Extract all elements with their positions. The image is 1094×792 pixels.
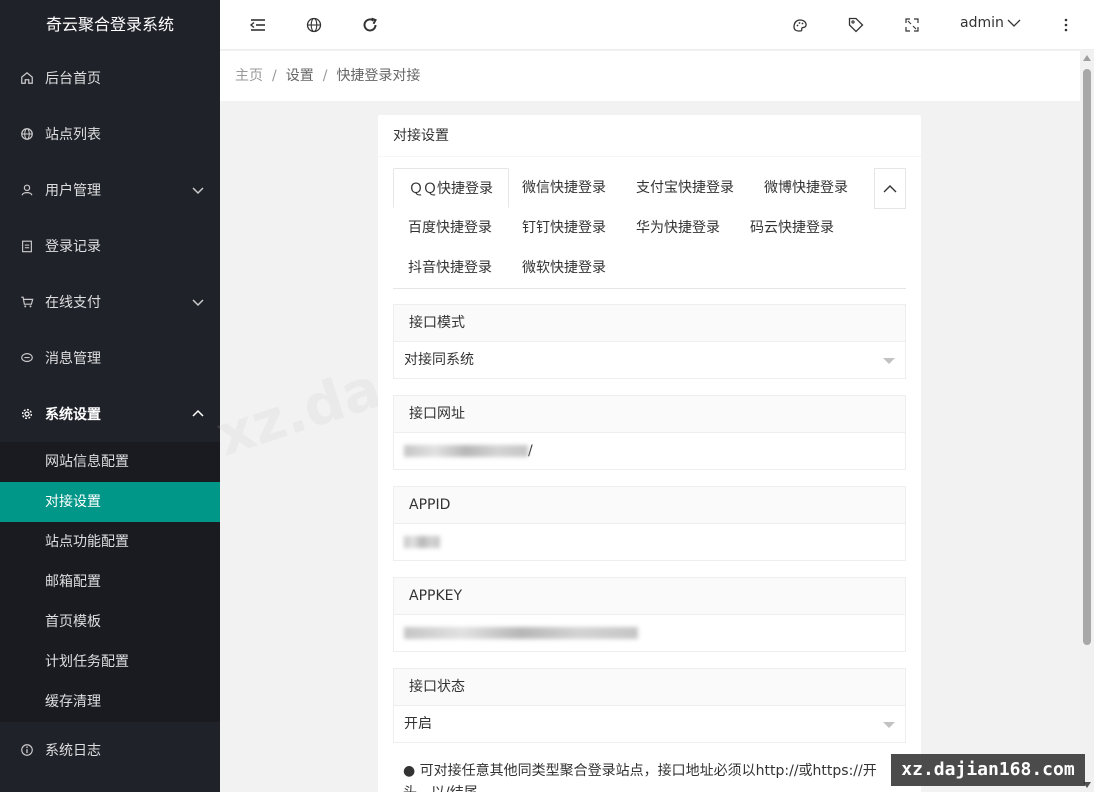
tab-huawei[interactable]: 华为快捷登录 [621,208,735,248]
sidebar-item-payment[interactable]: 在线支付 [0,274,220,330]
sidebar-item-label: 站点列表 [45,127,101,143]
user-menu[interactable]: admin [960,15,1021,31]
globe-icon[interactable] [304,15,324,35]
breadcrumb-separator: / [322,68,328,84]
tab-qq[interactable]: ＱＱ快捷登录 [393,168,509,208]
sidebar-item-label: 登录记录 [45,239,101,255]
select-value: 开启 [404,716,432,732]
clipboard-icon [20,239,34,253]
sidebar-item-label: 在线支付 [45,295,101,311]
submenu-item-site-info[interactable]: 网站信息配置 [0,442,220,482]
chevron-down-icon [1007,19,1021,27]
globe-icon [20,127,34,141]
redacted-value [404,536,440,548]
select-value: 对接同系统 [404,352,474,368]
interface-mode-select[interactable]: 对接同系统 [394,342,905,378]
field-interface-url: 接口网址 / [393,395,906,470]
breadcrumb-home[interactable]: 主页 [235,68,263,84]
submenu-item-cache[interactable]: 缓存清理 [0,682,220,722]
field-interface-status: 接口状态 开启 [393,668,906,743]
home-icon [20,71,34,85]
breadcrumb: 主页 / 设置 / 快捷登录对接 [220,51,1080,101]
tab-gitee[interactable]: 码云快捷登录 [735,208,849,248]
field-label: APPKEY [394,578,905,615]
tab-alipay[interactable]: 支付宝快捷登录 [621,168,749,208]
fullscreen-icon[interactable] [902,15,922,35]
field-label: 接口状态 [394,669,905,706]
redacted-value [404,627,638,639]
more-vertical-icon[interactable] [1056,15,1076,35]
scroll-up-icon[interactable] [1083,55,1091,61]
appid-input[interactable] [394,524,905,560]
system-settings-submenu: 网站信息配置 对接设置 站点功能配置 邮箱配置 首页模板 计划任务配置 缓存清理 [0,442,220,722]
sidebar-item-label: 消息管理 [45,351,101,367]
page-scrollbar[interactable] [1080,51,1094,792]
tabs-collapse-button[interactable] [874,168,906,209]
cart-icon [20,295,34,309]
breadcrumb-current: 快捷登录对接 [336,68,421,84]
submenu-item-integration[interactable]: 对接设置 [0,482,220,522]
chevron-up-icon [192,409,204,417]
caret-down-icon [883,722,895,728]
redacted-value [404,445,528,457]
interface-url-input[interactable]: / [394,433,905,469]
sidebar-item-system-settings[interactable]: 系统设置 [0,386,220,442]
gear-icon [20,407,34,421]
field-appkey: APPKEY [393,577,906,652]
tab-weibo[interactable]: 微博快捷登录 [749,168,863,208]
sidebar-item-label: 用户管理 [45,183,101,199]
sidebar-item-login-records[interactable]: 登录记录 [0,218,220,274]
help-note: ● 可对接任意其他同类型聚合登录站点，接口地址必须以http://或https:… [403,763,877,792]
menu-collapse-icon[interactable] [248,15,268,35]
tab-wechat[interactable]: 微信快捷登录 [507,168,621,208]
scroll-thumb[interactable] [1083,69,1091,645]
settings-card: 对接设置 ＱＱ快捷登录 微信快捷登录 支付宝快捷登录 微博快捷登录 百度快捷登录… [378,115,921,792]
tab-douyin[interactable]: 抖音快捷登录 [393,248,507,288]
top-header: admin [220,0,1094,50]
breadcrumb-separator: / [272,68,277,84]
field-label: 接口模式 [394,305,905,342]
caret-down-icon [883,358,895,364]
login-provider-tabs: ＱＱ快捷登录 微信快捷登录 支付宝快捷登录 微博快捷登录 百度快捷登录 钉钉快捷… [393,168,906,289]
sidebar-item-label: 系统设置 [45,407,101,423]
url-suffix: / [528,443,533,459]
submenu-item-homepage-template[interactable]: 首页模板 [0,602,220,642]
sidebar: 奇云聚合登录系统 后台首页 站点列表 用户管理 登录记录 在线支付 消息管理 系… [0,0,220,792]
tab-baidu[interactable]: 百度快捷登录 [393,208,507,248]
breadcrumb-parent[interactable]: 设置 [286,68,314,84]
user-icon [20,183,34,197]
sidebar-item-messages[interactable]: 消息管理 [0,330,220,386]
tab-microsoft[interactable]: 微软快捷登录 [507,248,621,288]
chevron-down-icon [192,187,204,195]
sidebar-item-label: 系统日志 [45,743,101,759]
refresh-icon[interactable] [360,15,380,35]
sidebar-item-users[interactable]: 用户管理 [0,162,220,218]
interface-status-select[interactable]: 开启 [394,706,905,742]
submenu-item-mail[interactable]: 邮箱配置 [0,562,220,602]
field-label: 接口网址 [394,396,905,433]
palette-icon[interactable] [790,15,810,35]
tab-dingtalk[interactable]: 钉钉快捷登录 [507,208,621,248]
site-watermark: xz.dajian168.com [891,754,1085,786]
chevron-up-icon [883,184,897,192]
app-title: 奇云聚合登录系统 [45,15,174,34]
sidebar-item-label: 后台首页 [45,71,101,87]
submenu-item-site-features[interactable]: 站点功能配置 [0,522,220,562]
appkey-input[interactable] [394,615,905,651]
chevron-down-icon [192,299,204,307]
tag-icon[interactable] [846,15,866,35]
field-label: APPID [394,487,905,524]
background-watermark: xz.da [209,355,389,470]
sidebar-item-system-log[interactable]: 系统日志 [0,722,220,778]
sidebar-item-sites[interactable]: 站点列表 [0,106,220,162]
sidebar-item-dashboard[interactable]: 后台首页 [0,50,220,106]
field-interface-mode: 接口模式 对接同系统 [393,304,906,379]
username: admin [960,15,1004,31]
card-title: 对接设置 [378,115,921,157]
info-icon [20,743,34,757]
chat-icon [20,351,34,365]
submenu-item-cron[interactable]: 计划任务配置 [0,642,220,682]
field-appid: APPID [393,486,906,561]
